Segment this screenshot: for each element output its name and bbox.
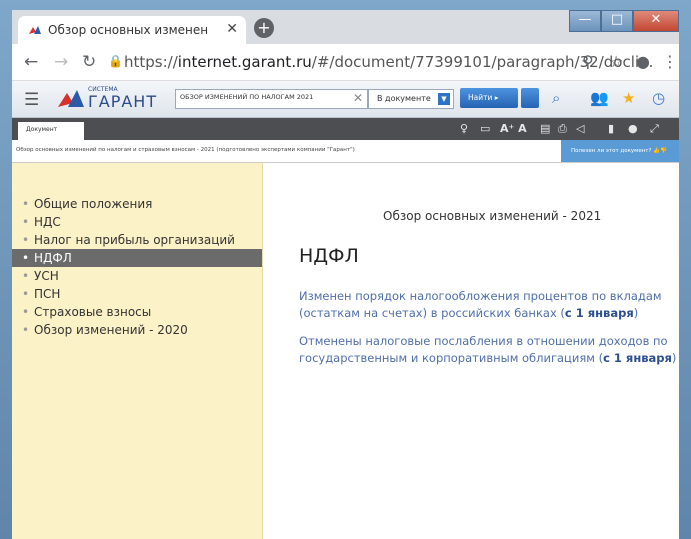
lock-icon: 🔒 (108, 54, 123, 68)
browser-tab[interactable]: Обзор основных изменений по... ✕ (18, 16, 246, 44)
bullet-icon: • (22, 269, 30, 283)
garant-favicon-icon (29, 26, 41, 34)
scope-value: В документе (377, 94, 431, 103)
link-text: государственным и корпоративным облигаци… (299, 351, 604, 365)
toc-label: УСН (34, 269, 59, 283)
logo-text: ГАРАНТ (88, 92, 158, 111)
toc-item-insurance[interactable]: • Страховые взносы (12, 303, 262, 321)
users-icon[interactable]: 👥 (590, 89, 609, 107)
tab-close-icon[interactable]: ✕ (226, 21, 238, 37)
forward-arrow-icon[interactable]: → (54, 52, 68, 72)
toc-item-psn[interactable]: • ПСН (12, 285, 262, 303)
search-scope-select[interactable]: В документе ▼ (368, 89, 454, 109)
toc-item-general[interactable]: • Общие положения (12, 195, 262, 213)
bullet-icon: • (22, 215, 30, 229)
document-content: Обзор основных изменений - 2021 НДФЛ Изм… (263, 163, 679, 539)
history-icon[interactable]: ◷ (652, 89, 665, 107)
search-value: ОБЗОР ИЗМЕНЕНИЙ ПО НАЛОГАМ 2021 (180, 93, 314, 101)
search-input[interactable]: ОБЗОР ИЗМЕНЕНИЙ ПО НАЛОГАМ 2021 ✕ (175, 89, 368, 109)
advanced-search-icon[interactable]: ⌕ (552, 89, 560, 107)
link-text: ) (671, 351, 677, 365)
reload-icon[interactable]: ↻ (82, 52, 96, 72)
garant-toolbar: ☰ СИСТЕМА ГАРАНТ ОБЗОР ИЗМЕНЕНИЙ ПО НАЛО… (12, 81, 679, 118)
toc-label: Обзор изменений - 2020 (34, 323, 188, 337)
bullet-icon: • (22, 233, 30, 247)
url-field[interactable]: https://internet.garant.ru/#/document/77… (124, 53, 653, 71)
toc-label: НДС (34, 215, 61, 229)
font-size-icon[interactable]: A⁺ A (500, 122, 527, 135)
save-icon[interactable]: ▤ (540, 122, 550, 135)
window-controls: — □ ✕ (569, 10, 679, 32)
find-options-button[interactable] (521, 88, 539, 108)
minimize-button[interactable]: — (569, 10, 601, 32)
bullet-icon: • (22, 251, 30, 265)
toc-label: Страховые взносы (34, 305, 152, 319)
bookmark-icon[interactable]: ▮ (608, 122, 614, 135)
toc-item-vat[interactable]: • НДС (12, 213, 262, 231)
find-label: Найти (468, 93, 493, 102)
close-window-button[interactable]: ✕ (633, 10, 679, 32)
chevron-down-icon: ▼ (438, 93, 450, 105)
toc-label: ПСН (34, 287, 61, 301)
document-bar: Документ ♀ ▭ A⁺ A ▤ ⎙ ◁ ▮ ● ⤢ (12, 118, 679, 140)
hamburger-menu-icon[interactable]: ☰ (24, 90, 39, 110)
table-of-contents: • Общие положения • НДС • Налог на прибыль … (12, 163, 263, 539)
clear-search-icon[interactable]: ✕ (353, 91, 363, 105)
tab-title: Обзор основных изменений по... (48, 23, 208, 37)
find-button[interactable]: Найти ▸ (460, 88, 518, 108)
bullet-icon: • (22, 287, 30, 301)
address-bar: ← → ↻ 🔒 https://internet.garant.ru/#/doc… (12, 44, 679, 81)
document-subtitle: Обзор основных изменений - 2021 (383, 209, 602, 223)
zoom-icon[interactable]: ⚲ (582, 52, 594, 71)
tips-bulb-icon[interactable]: ♀ (460, 122, 468, 135)
bullet-icon: • (22, 197, 30, 211)
window-frame: Обзор основных изменений по... ✕ + — □ ✕… (0, 0, 691, 539)
bullet-icon: • (22, 305, 30, 319)
link-text: Отменены налоговые послабления в отношен… (299, 334, 668, 348)
feedback-prompt[interactable]: Полезен ли этот документ? 👍👎 (561, 140, 679, 162)
tag-icon[interactable]: ▭ (480, 122, 490, 135)
profile-icon[interactable]: ● (636, 52, 650, 71)
feedback-label: Полезен ли этот документ? (571, 148, 652, 154)
change-link-bonds[interactable]: Отменены налоговые послабления в отношен… (299, 333, 676, 367)
link-text: (остаткам на счетах) в российских банках… (299, 306, 565, 320)
toc-item-review-2020[interactable]: • Обзор изменений - 2020 (12, 321, 262, 339)
more-menu-icon[interactable]: ⋮ (662, 52, 678, 71)
toc-item-ndfl[interactable]: • НДФЛ (12, 249, 262, 267)
print-icon[interactable]: ⎙ (558, 122, 567, 136)
toc-item-profit-tax[interactable]: • Налог на прибыль организаций (12, 231, 262, 249)
expand-icon[interactable]: ⤢ (650, 122, 659, 136)
breadcrumb-bar: Обзор основных изменений по налогам и ст… (12, 140, 679, 163)
toc-label: Налог на прибыль организаций (34, 233, 235, 247)
link-text: ) (633, 306, 639, 320)
browser-window: Обзор основных изменений по... ✕ + — □ ✕… (12, 10, 679, 539)
bullet-icon: • (22, 323, 30, 337)
link-date: с 1 января (603, 351, 672, 365)
link-text: Изменен порядок налогообложения проценто… (299, 289, 662, 303)
garant-logo-icon (58, 90, 84, 107)
toc-item-usn[interactable]: • УСН (12, 267, 262, 285)
back-arrow-icon[interactable]: ← (24, 52, 38, 72)
info-icon[interactable]: ● (628, 122, 638, 135)
tab-strip: Обзор основных изменений по... ✕ + — □ ✕ (12, 10, 679, 44)
toc-label: НДФЛ (34, 251, 72, 265)
bookmark-star-icon[interactable]: ☆ (609, 52, 623, 71)
change-link-deposits[interactable]: Изменен порядок налогообложения проценто… (299, 288, 662, 322)
thumbs-icon[interactable]: 👍👎 (653, 148, 667, 154)
new-tab-button[interactable]: + (254, 18, 274, 38)
share-icon[interactable]: ◁ (576, 122, 584, 135)
breadcrumb: Обзор основных изменений по налогам и ст… (16, 147, 355, 153)
tab-document[interactable]: Документ (18, 122, 84, 140)
maximize-button[interactable]: □ (601, 10, 633, 32)
page-title: НДФЛ (299, 245, 359, 267)
link-date: с 1 января (564, 306, 634, 320)
favorites-star-icon[interactable]: ★ (622, 89, 635, 107)
toc-label: Общие положения (34, 197, 153, 211)
